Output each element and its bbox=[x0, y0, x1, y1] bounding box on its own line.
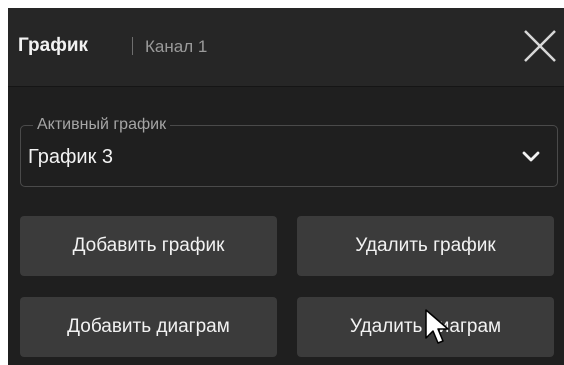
trace-panel: График Канал 1 Активный график График 3 … bbox=[8, 8, 564, 365]
channel-label: Канал 1 bbox=[145, 37, 208, 56]
mouse-pointer-icon bbox=[425, 309, 449, 344]
close-icon bbox=[524, 30, 556, 62]
panel-header: График Канал 1 bbox=[8, 8, 564, 87]
add-trace-button[interactable]: Добавить график bbox=[20, 216, 277, 276]
active-trace-label: Активный график bbox=[33, 115, 171, 135]
title-separator bbox=[132, 37, 133, 55]
delete-trace-button[interactable]: Удалить график bbox=[297, 216, 554, 276]
panel-title: График bbox=[18, 35, 89, 56]
add-diagram-button[interactable]: Добавить диаграм bbox=[20, 297, 277, 357]
chevron-down-icon bbox=[522, 151, 540, 162]
close-button[interactable] bbox=[520, 26, 560, 66]
active-trace-value: График 3 bbox=[28, 146, 114, 168]
active-trace-select[interactable]: Активный график График 3 bbox=[20, 115, 558, 187]
